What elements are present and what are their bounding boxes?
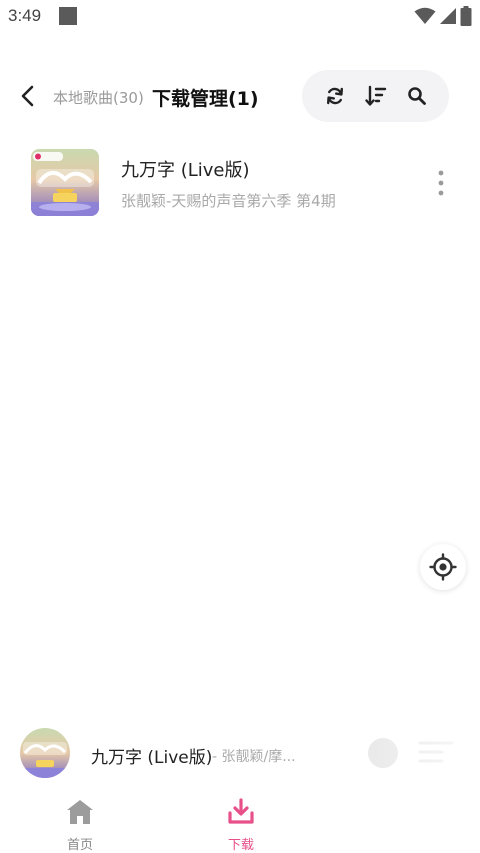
- notification-icon: [59, 7, 77, 25]
- signal-icon: [440, 8, 456, 24]
- sort-icon: [364, 85, 386, 106]
- wifi-icon: [414, 7, 436, 24]
- header: 本地歌曲(30) 下载管理(1): [0, 70, 480, 124]
- more-options-button[interactable]: [428, 166, 454, 200]
- home-icon: [67, 800, 93, 824]
- toolbar: [302, 70, 449, 122]
- mini-player[interactable]: 九万字 (Live版) - 张靓颖/摩...: [0, 718, 480, 790]
- nav-home-label: 首页: [66, 838, 93, 853]
- nav-home[interactable]: 首页: [40, 796, 120, 853]
- status-time: 3:49: [8, 6, 42, 25]
- search-icon: [407, 87, 426, 105]
- album-cover: [31, 149, 99, 216]
- playlist-button[interactable]: [418, 740, 454, 770]
- mini-player-artist: - 张靓颖/摩...: [212, 749, 296, 765]
- locate-current-button[interactable]: [420, 544, 466, 590]
- song-subtitle: 张靓颖-天赐的声音第六季 第4期: [121, 192, 336, 210]
- tab-download-manager[interactable]: 下载管理(1): [152, 84, 259, 111]
- tab-local-label: 本地歌曲: [53, 89, 114, 107]
- song-title: 九万字 (Live版): [121, 160, 250, 181]
- refresh-icon: [326, 87, 343, 105]
- status-icons: [414, 6, 472, 26]
- status-bar: 3:49: [0, 0, 480, 34]
- mini-player-cover: [20, 728, 70, 778]
- more-vertical-icon: [438, 170, 444, 196]
- tab-local-count: (30): [113, 89, 144, 107]
- refresh-button[interactable]: [321, 82, 349, 110]
- song-list-item[interactable]: 九万字 (Live版) 张靓颖-天赐的声音第六季 第4期: [0, 140, 480, 224]
- download-icon: [228, 798, 254, 824]
- chevron-left-icon: [21, 85, 34, 107]
- battery-icon: [460, 6, 472, 26]
- sort-button[interactable]: [362, 82, 390, 110]
- locate-icon: [429, 553, 457, 581]
- mini-player-title: 九万字 (Live版): [91, 748, 213, 768]
- back-button[interactable]: [14, 82, 42, 110]
- nav-download-label: 下载: [227, 838, 254, 853]
- search-button[interactable]: [403, 82, 431, 110]
- bottom-nav: 首页 下载: [0, 790, 480, 853]
- play-button[interactable]: [366, 736, 400, 770]
- tab-local-songs[interactable]: 本地歌曲(30): [53, 87, 144, 108]
- nav-download[interactable]: 下载: [201, 796, 281, 853]
